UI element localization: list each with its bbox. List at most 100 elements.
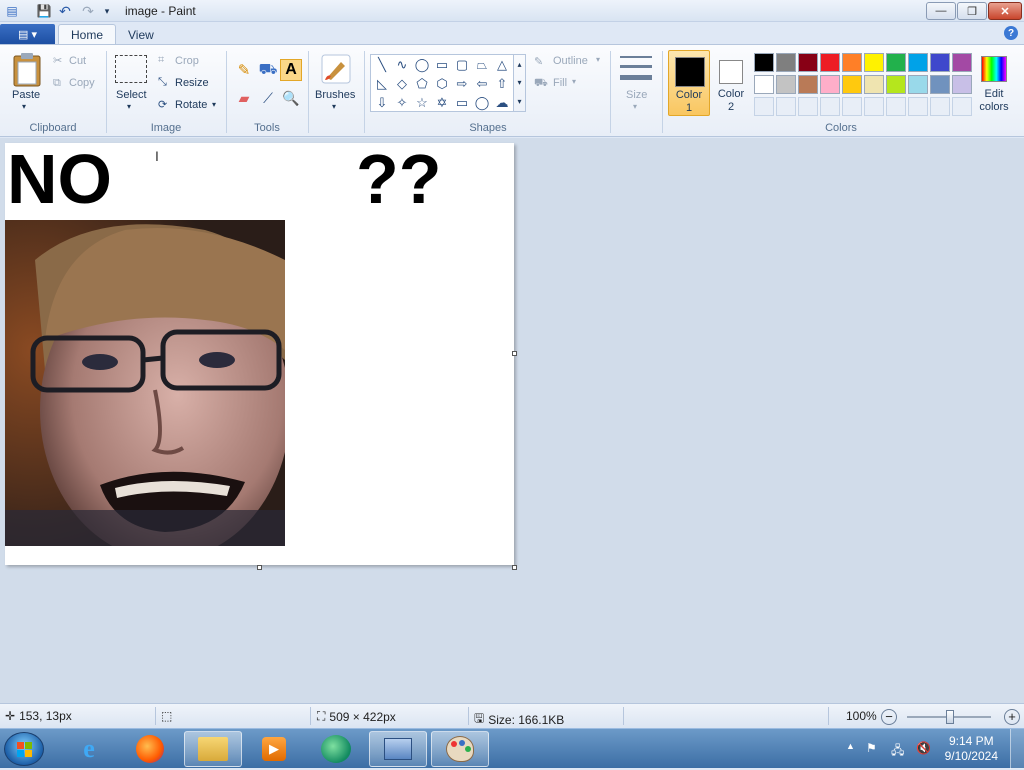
rotate-dropdown-icon[interactable]: ▾ bbox=[212, 100, 216, 109]
fill-dropdown-icon[interactable]: ▾ bbox=[572, 77, 576, 86]
rect-callout-shape-icon[interactable]: ▭ bbox=[453, 94, 471, 112]
fill-bucket-icon[interactable]: ⛟ bbox=[257, 59, 279, 81]
right-arrow-shape-icon[interactable]: ⇨ bbox=[453, 75, 471, 93]
select-button[interactable]: Select bbox=[116, 89, 147, 101]
curve-shape-icon[interactable]: ∿ bbox=[393, 56, 411, 74]
color1-button[interactable]: Color 1 bbox=[668, 50, 710, 116]
canvas-workspace[interactable]: NO ?? I bbox=[0, 138, 1024, 703]
color-swatch[interactable] bbox=[886, 75, 906, 94]
four-point-star-shape-icon[interactable]: ✧ bbox=[393, 94, 411, 112]
drawing-canvas[interactable]: NO ?? bbox=[5, 143, 514, 565]
text-tool-icon[interactable]: A bbox=[280, 59, 302, 81]
save-icon[interactable]: 💾 bbox=[36, 3, 52, 19]
triangle-shape-icon[interactable]: △ bbox=[493, 56, 511, 74]
custom-color-slot[interactable] bbox=[776, 97, 796, 116]
outline-button[interactable]: Outline bbox=[553, 55, 588, 67]
pentagon-shape-icon[interactable]: ⬠ bbox=[413, 75, 431, 93]
minimize-button[interactable]: — bbox=[926, 2, 956, 20]
six-point-star-shape-icon[interactable]: ✡ bbox=[433, 94, 451, 112]
color-swatch[interactable] bbox=[886, 53, 906, 72]
canvas-resize-handle-right[interactable] bbox=[512, 351, 517, 356]
canvas-resize-handle-bottom[interactable] bbox=[257, 565, 262, 570]
tab-home[interactable]: Home bbox=[58, 24, 117, 45]
color-swatch[interactable] bbox=[798, 53, 818, 72]
color-swatch[interactable] bbox=[754, 75, 774, 94]
tab-view[interactable]: View bbox=[116, 24, 166, 45]
undo-icon[interactable]: ↶ bbox=[57, 3, 73, 19]
outline-dropdown-icon[interactable]: ▾ bbox=[596, 55, 600, 64]
size-dropdown-icon[interactable]: ▾ bbox=[633, 102, 637, 111]
resize-button[interactable]: Resize bbox=[175, 77, 209, 89]
system-clock[interactable]: 9:14 PM 9/10/2024 bbox=[945, 734, 998, 764]
volume-muted-icon[interactable]: 🔇 bbox=[916, 741, 931, 755]
taskbar-remote-desktop[interactable] bbox=[369, 731, 427, 767]
paste-button[interactable] bbox=[10, 51, 44, 89]
brushes-dropdown-icon[interactable]: ▾ bbox=[332, 102, 336, 111]
custom-color-slot[interactable] bbox=[864, 97, 884, 116]
chevron-down-icon[interactable]: ▾ bbox=[517, 78, 521, 87]
oval-callout-shape-icon[interactable]: ◯ bbox=[473, 94, 491, 112]
zoom-out-button[interactable]: − bbox=[881, 709, 897, 725]
select-dropdown-icon[interactable]: ▾ bbox=[127, 102, 131, 111]
line-shape-icon[interactable]: ╲ bbox=[373, 56, 391, 74]
show-hidden-icons-icon[interactable]: ▲ bbox=[846, 741, 855, 751]
show-desktop-button[interactable] bbox=[1010, 729, 1024, 769]
edit-colors-button[interactable]: Edit colors bbox=[975, 50, 1015, 116]
color2-button[interactable]: Color 2 bbox=[712, 50, 750, 116]
more-icon[interactable]: ▾ bbox=[517, 97, 521, 106]
diamond-shape-icon[interactable]: ◇ bbox=[393, 75, 411, 93]
action-center-flag-icon[interactable]: ⚑ bbox=[866, 741, 877, 755]
color-swatch[interactable] bbox=[864, 75, 884, 94]
custom-color-slot[interactable] bbox=[886, 97, 906, 116]
taskbar-internet-explorer[interactable]: e bbox=[60, 731, 118, 767]
taskbar-media-player[interactable]: ▶ bbox=[245, 731, 303, 767]
color-swatch[interactable] bbox=[842, 53, 862, 72]
size-button[interactable]: Size bbox=[626, 89, 647, 101]
rotate-button[interactable]: Rotate bbox=[175, 99, 207, 111]
zoom-in-button[interactable]: + bbox=[1004, 709, 1020, 725]
help-icon[interactable]: ? bbox=[1004, 26, 1018, 40]
color-swatch[interactable] bbox=[952, 53, 972, 72]
canvas-resize-handle-corner[interactable] bbox=[512, 565, 517, 570]
select-icon[interactable] bbox=[115, 55, 147, 83]
pencil-icon[interactable]: ✎ bbox=[233, 59, 255, 81]
color-swatch[interactable] bbox=[798, 75, 818, 94]
copy-button[interactable]: Copy bbox=[69, 77, 95, 89]
custom-color-slot[interactable] bbox=[930, 97, 950, 116]
color-swatch[interactable] bbox=[908, 75, 928, 94]
color-swatch[interactable] bbox=[754, 53, 774, 72]
color-swatch[interactable] bbox=[908, 53, 928, 72]
file-menu-button[interactable]: ▤ ▾ bbox=[0, 24, 55, 44]
network-icon[interactable]: 🖧 bbox=[891, 741, 904, 762]
redo-icon[interactable]: ↷ bbox=[80, 3, 96, 19]
color-swatch[interactable] bbox=[842, 75, 862, 94]
magnifier-icon[interactable]: 🔍 bbox=[280, 87, 302, 109]
custom-color-slot[interactable] bbox=[952, 97, 972, 116]
zoom-slider-thumb[interactable] bbox=[946, 710, 954, 724]
crop-button[interactable]: Crop bbox=[175, 55, 199, 67]
color-swatch[interactable] bbox=[952, 75, 972, 94]
eraser-icon[interactable]: ▰ bbox=[233, 87, 255, 109]
rectangle-shape-icon[interactable]: ▭ bbox=[433, 56, 451, 74]
taskbar-app[interactable] bbox=[307, 731, 365, 767]
oval-shape-icon[interactable]: ◯ bbox=[413, 56, 431, 74]
brushes-button[interactable]: Brushes bbox=[315, 89, 355, 101]
fill-button[interactable]: Fill bbox=[553, 77, 567, 89]
customize-quick-access-icon[interactable]: ▾ bbox=[99, 3, 115, 19]
custom-color-slot[interactable] bbox=[754, 97, 774, 116]
paint-app-icon[interactable]: ▤ bbox=[4, 3, 20, 19]
custom-color-slot[interactable] bbox=[798, 97, 818, 116]
close-button[interactable]: ✕ bbox=[988, 2, 1022, 20]
custom-color-slot[interactable] bbox=[842, 97, 862, 116]
color-swatch[interactable] bbox=[820, 53, 840, 72]
size-icon[interactable] bbox=[619, 53, 653, 83]
left-arrow-shape-icon[interactable]: ⇦ bbox=[473, 75, 491, 93]
color-swatch[interactable] bbox=[776, 75, 796, 94]
brushes-icon[interactable] bbox=[318, 51, 354, 87]
taskbar-paint[interactable] bbox=[431, 731, 489, 767]
five-point-star-shape-icon[interactable]: ☆ bbox=[413, 94, 431, 112]
polygon-shape-icon[interactable]: ⏢ bbox=[473, 56, 491, 74]
right-triangle-shape-icon[interactable]: ◺ bbox=[373, 75, 391, 93]
start-button[interactable] bbox=[4, 732, 44, 766]
color-swatch[interactable] bbox=[930, 53, 950, 72]
